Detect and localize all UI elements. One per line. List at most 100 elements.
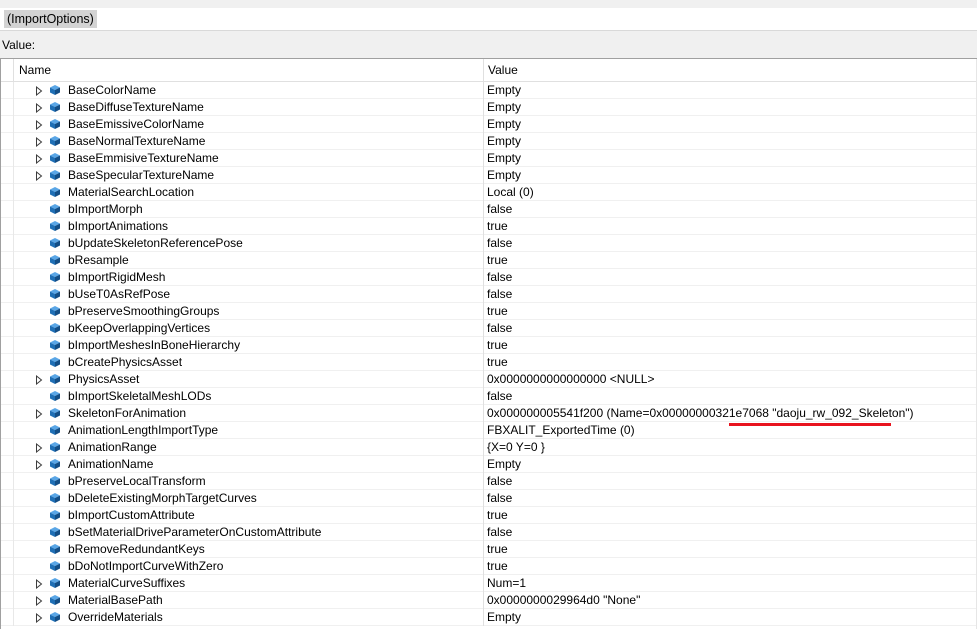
table-row[interactable]: bPreserveSmoothingGroups true — [1, 303, 977, 320]
row-gutter — [1, 235, 14, 252]
property-value[interactable]: false — [484, 320, 977, 337]
expression-field[interactable]: (ImportOptions) — [0, 8, 977, 31]
property-value[interactable]: false — [484, 473, 977, 490]
table-row[interactable]: bDoNotImportCurveWithZero true — [1, 558, 977, 575]
table-row[interactable]: bImportAnimations true — [1, 218, 977, 235]
table-row[interactable]: BaseSpecularTextureName Empty — [1, 167, 977, 184]
table-row[interactable]: bKeepOverlappingVertices false — [1, 320, 977, 337]
triangle-right-icon[interactable] — [35, 170, 43, 182]
property-value[interactable]: false — [484, 201, 977, 218]
property-name: BaseSpecularTextureName — [68, 168, 215, 182]
table-row[interactable]: bUseT0AsRefPose false — [1, 286, 977, 303]
triangle-right-icon[interactable] — [35, 136, 43, 148]
triangle-right-icon[interactable] — [35, 119, 43, 131]
table-row[interactable]: bSetMaterialDriveParameterOnCustomAttrib… — [1, 524, 977, 541]
table-row[interactable]: bImportMeshesInBoneHierarchy true — [1, 337, 977, 354]
property-value[interactable]: Empty — [484, 609, 977, 626]
property-value[interactable]: true — [484, 303, 977, 320]
triangle-right-icon[interactable] — [35, 85, 43, 97]
row-gutter — [1, 337, 14, 354]
property-value[interactable]: true — [484, 252, 977, 269]
table-row[interactable]: bResample true — [1, 252, 977, 269]
table-row[interactable]: PhysicsAsset 0x0000000000000000 <NULL> — [1, 371, 977, 388]
property-name: AnimationRange — [68, 440, 157, 454]
property-value[interactable]: true — [484, 507, 977, 524]
property-value[interactable]: {X=0 Y=0 } — [484, 439, 977, 456]
property-value[interactable]: Empty — [484, 456, 977, 473]
property-value[interactable]: Empty — [484, 116, 977, 133]
triangle-right-icon[interactable] — [35, 578, 43, 590]
triangle-right-icon[interactable] — [35, 153, 43, 165]
property-name: bImportMeshesInBoneHierarchy — [68, 338, 241, 352]
table-row[interactable]: bRemoveRedundantKeys true — [1, 541, 977, 558]
property-value[interactable]: Empty — [484, 150, 977, 167]
property-value[interactable]: Local (0) — [484, 184, 977, 201]
name-cell: AnimationRange — [15, 439, 484, 456]
property-value[interactable]: false — [484, 524, 977, 541]
property-value[interactable]: false — [484, 269, 977, 286]
property-name: bUpdateSkeletonReferencePose — [68, 236, 243, 250]
property-value[interactable]: false — [484, 388, 977, 405]
property-value[interactable]: false — [484, 490, 977, 507]
name-cell: bUpdateSkeletonReferencePose — [15, 235, 484, 252]
table-row[interactable]: bImportSkeletalMeshLODs false — [1, 388, 977, 405]
property-value[interactable]: true — [484, 541, 977, 558]
table-row[interactable]: SkeletonForAnimation 0x000000005541f200 (… — [1, 405, 977, 422]
triangle-right-icon[interactable] — [35, 102, 43, 114]
triangle-right-icon[interactable] — [35, 612, 43, 624]
property-value[interactable]: Empty — [484, 82, 977, 99]
table-row[interactable]: BaseEmmisiveTextureName Empty — [1, 150, 977, 167]
property-value[interactable]: 0x0000000000000000 <NULL> — [484, 371, 977, 388]
property-value[interactable]: true — [484, 337, 977, 354]
row-gutter — [1, 422, 14, 439]
table-row[interactable]: MaterialBasePath 0x0000000029964d0 "None" — [1, 592, 977, 609]
property-value[interactable]: Empty — [484, 167, 977, 184]
property-name: bRemoveRedundantKeys — [68, 542, 205, 556]
property-name: AnimationLengthImportType — [68, 423, 219, 437]
name-cell: bPreserveLocalTransform — [15, 473, 484, 490]
table-row[interactable]: AnimationName Empty — [1, 456, 977, 473]
cube-icon — [49, 458, 61, 470]
table-row[interactable]: MaterialCurveSuffixes Num=1 — [1, 575, 977, 592]
property-name: MaterialCurveSuffixes — [68, 576, 186, 590]
table-row[interactable]: bImportCustomAttribute true — [1, 507, 977, 524]
table-row[interactable]: bImportRigidMesh false — [1, 269, 977, 286]
table-row[interactable]: BaseColorName Empty — [1, 82, 977, 99]
triangle-right-icon[interactable] — [35, 374, 43, 386]
table-row[interactable]: AnimationRange {X=0 Y=0 } — [1, 439, 977, 456]
table-row[interactable]: bPreserveLocalTransform false — [1, 473, 977, 490]
property-name: bImportMorph — [68, 202, 143, 216]
property-value[interactable]: 0x000000005541f200 (Name=0x00000000321e7… — [484, 405, 977, 422]
table-row[interactable]: BaseDiffuseTextureName Empty — [1, 99, 977, 116]
table-row[interactable]: bUpdateSkeletonReferencePose false — [1, 235, 977, 252]
property-value[interactable]: Empty — [484, 133, 977, 150]
cube-icon — [49, 271, 61, 283]
property-value[interactable]: true — [484, 218, 977, 235]
row-gutter — [1, 303, 14, 320]
property-value[interactable]: Empty — [484, 99, 977, 116]
table-row[interactable]: bCreatePhysicsAsset true — [1, 354, 977, 371]
column-header-value[interactable]: Value — [484, 59, 977, 81]
property-name: BaseDiffuseTextureName — [68, 100, 204, 114]
property-value[interactable]: false — [484, 286, 977, 303]
triangle-right-icon[interactable] — [35, 442, 43, 454]
cube-icon — [49, 492, 61, 504]
table-row[interactable]: OverrideMaterials Empty — [1, 609, 977, 626]
property-value[interactable]: 0x0000000029964d0 "None" — [484, 592, 977, 609]
table-row[interactable]: bImportMorph false — [1, 201, 977, 218]
property-value[interactable]: true — [484, 354, 977, 371]
triangle-right-icon[interactable] — [35, 459, 43, 471]
table-row[interactable]: MaterialSearchLocation Local (0) — [1, 184, 977, 201]
triangle-right-icon[interactable] — [35, 408, 43, 420]
column-header-name[interactable]: Name — [15, 59, 484, 81]
name-cell: bImportRigidMesh — [15, 269, 484, 286]
row-gutter — [1, 490, 14, 507]
property-value[interactable]: true — [484, 558, 977, 575]
expression-text: (ImportOptions) — [4, 10, 97, 28]
triangle-right-icon[interactable] — [35, 595, 43, 607]
table-row[interactable]: bDeleteExistingMorphTargetCurves false — [1, 490, 977, 507]
table-row[interactable]: BaseEmissiveColorName Empty — [1, 116, 977, 133]
table-row[interactable]: BaseNormalTextureName Empty — [1, 133, 977, 150]
property-value[interactable]: false — [484, 235, 977, 252]
property-value[interactable]: Num=1 — [484, 575, 977, 592]
